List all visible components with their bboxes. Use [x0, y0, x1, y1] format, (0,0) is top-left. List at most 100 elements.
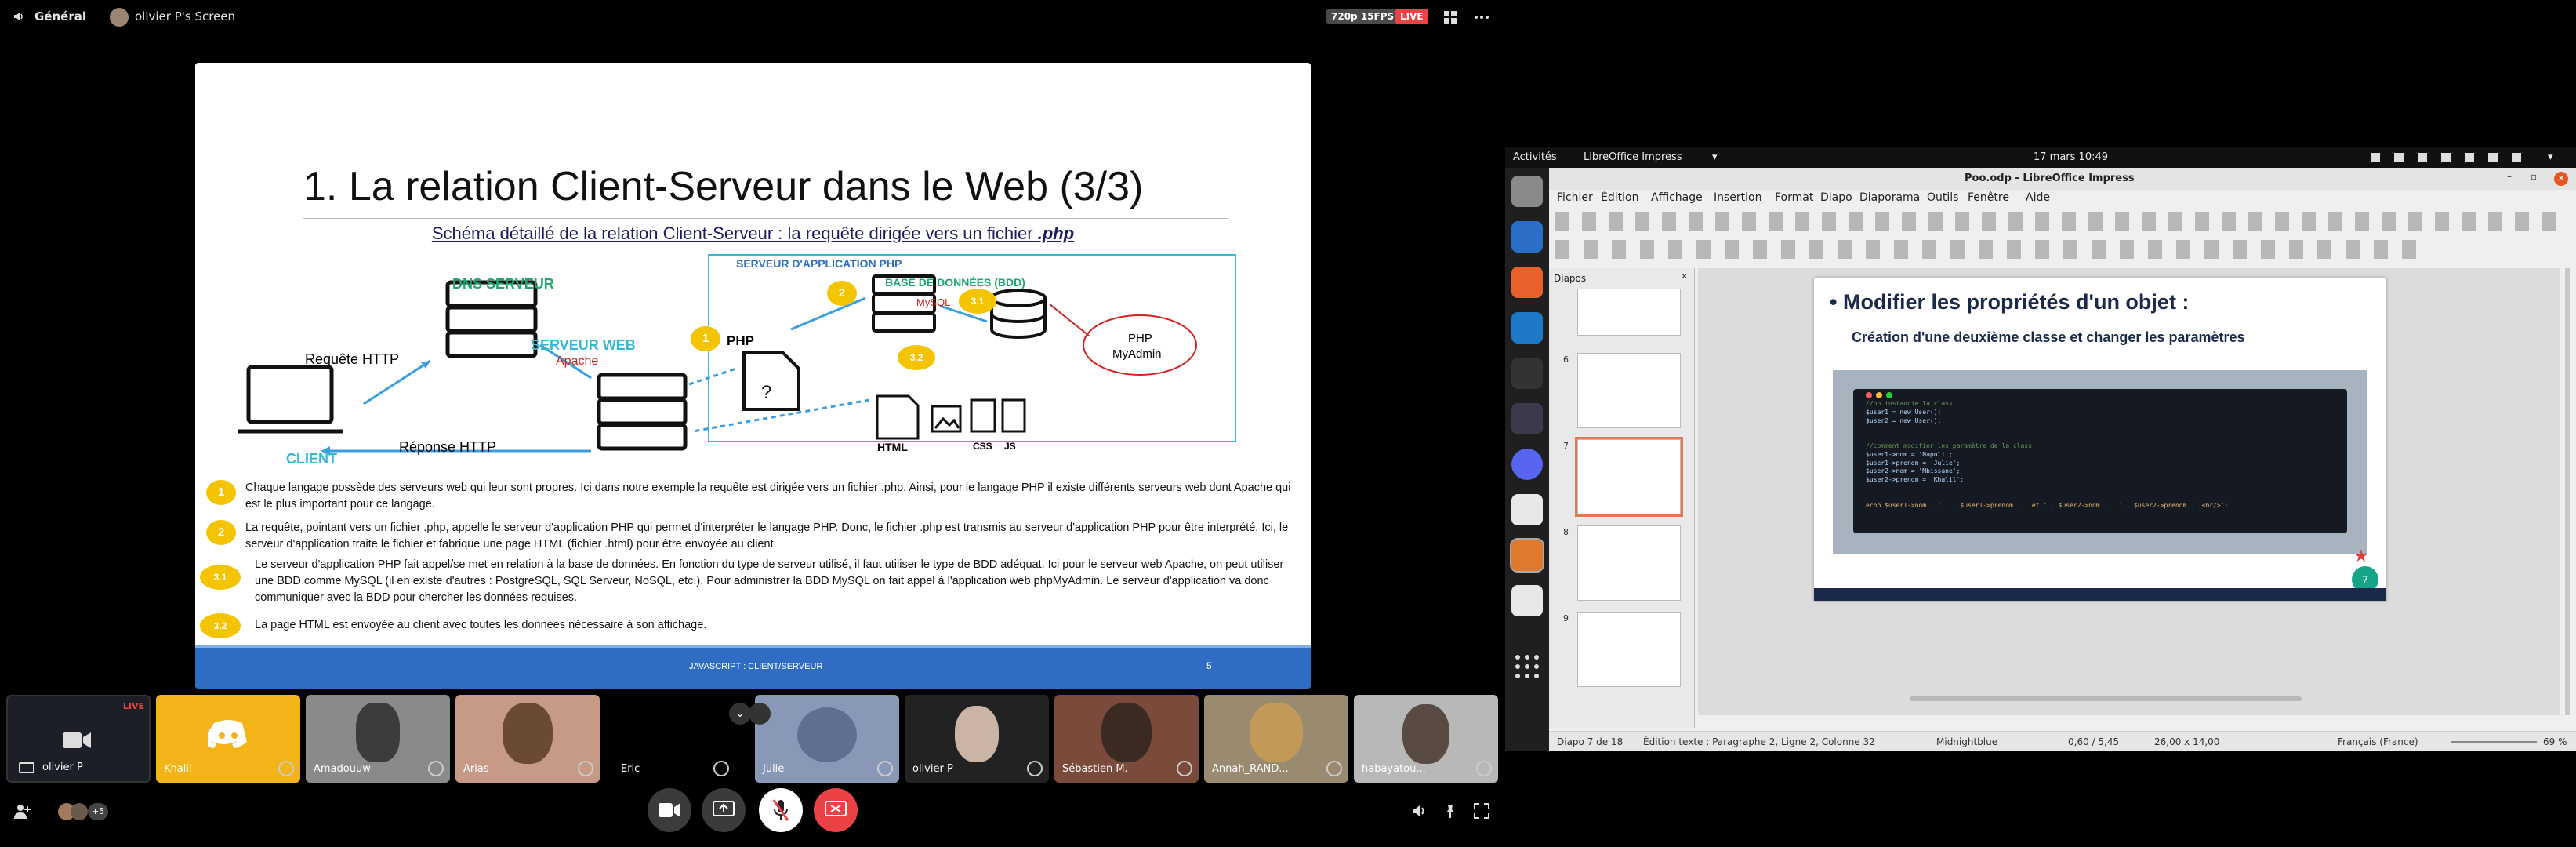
- fullscreen-icon[interactable]: [1474, 803, 1489, 819]
- close-icon[interactable]: ✕: [2554, 172, 2568, 186]
- participants-icon[interactable]: [749, 703, 771, 725]
- add-user-icon[interactable]: [13, 802, 31, 820]
- avatar: [955, 706, 999, 762]
- code-line: $user1->prenom = 'Julie';: [1866, 459, 1961, 467]
- minimize-icon[interactable]: –: [2507, 171, 2512, 182]
- vertical-scrollbar[interactable]: [2565, 268, 2570, 715]
- show-apps-icon[interactable]: [1511, 651, 1543, 682]
- code-line: $user2 = new User();: [1866, 416, 1942, 424]
- toolbar-standard[interactable]: [1555, 212, 2567, 231]
- participant-tile[interactable]: LIVE olivier P: [6, 695, 151, 783]
- participant-tile[interactable]: Khalil: [156, 695, 300, 783]
- menu-insertion[interactable]: Insertion: [1714, 191, 1761, 204]
- participant-name: Khalil: [164, 763, 192, 775]
- status-theme: Midnightblue: [1936, 736, 1998, 747]
- camera-icon: [63, 731, 91, 750]
- camera-button[interactable]: [648, 788, 691, 832]
- gnome-top-bar: Activités LibreOffice Impress ▾ 17 mars …: [1505, 147, 2576, 168]
- menu-edition[interactable]: Édition: [1601, 191, 1638, 204]
- status-language: Français (France): [2338, 736, 2418, 747]
- participant-tile[interactable]: Amadouuw: [306, 695, 450, 783]
- mute-button[interactable]: [759, 788, 803, 832]
- system-menu-icon[interactable]: ▾: [2548, 151, 2553, 163]
- slides-panel: Diapos ✕ 6 7 8 9: [1549, 268, 1695, 728]
- participant-tile[interactable]: Annah_RAND...: [1204, 695, 1348, 783]
- slide-thumbnail[interactable]: [1577, 525, 1681, 601]
- slide-thumbnail[interactable]: [1577, 612, 1681, 687]
- menu-fichier[interactable]: Fichier: [1557, 191, 1593, 204]
- avatar: [1402, 704, 1449, 764]
- participant-name: Annah_RAND...: [1212, 763, 1289, 775]
- writer-icon[interactable]: [1511, 221, 1543, 253]
- code-line: $user2->prenom = 'Khalil';: [1866, 476, 1965, 484]
- participant-tile[interactable]: habayatou...: [1354, 695, 1498, 783]
- participant-name: Sébastien M.: [1062, 763, 1128, 775]
- participant-tile[interactable]: Sébastien M.: [1054, 695, 1199, 783]
- impress-icon[interactable]: [1510, 538, 1544, 573]
- impress-slide[interactable]: • Modifier les propriétés d'un objet : C…: [1814, 278, 2386, 601]
- app-menu[interactable]: LibreOffice Impress: [1584, 151, 1682, 163]
- mic-muted-icon: [877, 761, 893, 776]
- pin-icon[interactable]: [1442, 803, 1458, 819]
- participant-name: Arias: [463, 763, 489, 775]
- terminal-icon[interactable]: [1511, 358, 1543, 389]
- code-line: $user2->nom = 'Mbissane';: [1866, 467, 1961, 475]
- discord-logo-icon: [208, 718, 249, 750]
- text-editor-icon[interactable]: [1511, 585, 1543, 616]
- avatar: [71, 803, 88, 820]
- slide-thumbnail-selected[interactable]: [1575, 437, 1683, 517]
- app-menu-caret-icon: ▾: [1712, 151, 1718, 163]
- code-line: //on instancie la class: [1866, 400, 1953, 407]
- code-window: //on instancie la class $user1 = new Use…: [1853, 389, 2347, 533]
- system-monitor-icon[interactable]: [1511, 403, 1543, 434]
- status-edit: Édition texte : Paragraphe 2, Ligne 2, C…: [1643, 736, 1875, 747]
- menu-outils[interactable]: Outils: [1927, 191, 1958, 204]
- heading-text: Modifier les propriétés d'un objet :: [1842, 290, 2190, 314]
- status-zoom[interactable]: 69 %: [2543, 736, 2567, 747]
- software-icon[interactable]: [1511, 267, 1543, 298]
- screen-share-button[interactable]: [702, 788, 746, 832]
- discord-icon[interactable]: [1511, 449, 1543, 480]
- menu-fenetre[interactable]: Fenêtre: [1968, 191, 2009, 204]
- menu-format[interactable]: Format: [1775, 191, 1813, 204]
- menu-aide[interactable]: Aide: [2026, 191, 2050, 204]
- tray-icons[interactable]: [2371, 153, 2527, 162]
- volume-icon[interactable]: [1411, 803, 1427, 819]
- slide-number: 7: [1563, 441, 1569, 451]
- participant-tile[interactable]: Eric: [605, 695, 749, 783]
- files-icon[interactable]: [1511, 176, 1543, 207]
- close-panel-icon[interactable]: ✕: [1681, 271, 1688, 282]
- mic-muted-icon: [1326, 761, 1342, 776]
- live-badge: LIVE: [122, 701, 144, 711]
- mic-muted-icon: [1027, 761, 1043, 776]
- shared-desktop: Activités LibreOffice Impress ▾ 17 mars …: [1505, 147, 2576, 751]
- slide-thumbnail[interactable]: [1577, 289, 1681, 336]
- zoom-slider[interactable]: [2451, 741, 2537, 743]
- participant-name: olivier P: [912, 763, 953, 775]
- vscode-icon[interactable]: [1511, 312, 1543, 344]
- activities-button[interactable]: Activités: [1513, 151, 1557, 163]
- horizontal-scrollbar[interactable]: [1910, 696, 2302, 701]
- menu-diaporama[interactable]: Diaporama: [1859, 191, 1920, 204]
- leave-call-button[interactable]: [814, 788, 858, 832]
- participant-name: Julie: [763, 763, 785, 775]
- maximize-icon[interactable]: ▫: [2531, 171, 2537, 182]
- calc-icon[interactable]: [1511, 494, 1543, 525]
- screen-icon: [19, 762, 34, 773]
- slide-thumbnail[interactable]: [1577, 353, 1681, 428]
- menu-diapo[interactable]: Diapo: [1820, 191, 1852, 204]
- participant-tile[interactable]: olivier P: [905, 695, 1049, 783]
- menu-affichage[interactable]: Affichage: [1651, 191, 1703, 204]
- participant-tile[interactable]: Arias: [455, 695, 600, 783]
- collapse-strip-button[interactable]: ⌄: [729, 703, 751, 725]
- toolbar-drawing[interactable]: [1555, 240, 2418, 259]
- avatar: [1101, 703, 1152, 762]
- status-slide: Diapo 7 de 18: [1557, 736, 1624, 747]
- slide-number: 8: [1563, 527, 1569, 537]
- participant-tile[interactable]: Julie: [755, 695, 899, 783]
- more-participants-count: +5: [88, 803, 108, 820]
- clock[interactable]: 17 mars 10:49: [2034, 151, 2108, 163]
- slide-editor[interactable]: • Modifier les propriétés d'un objet : C…: [1698, 268, 2560, 715]
